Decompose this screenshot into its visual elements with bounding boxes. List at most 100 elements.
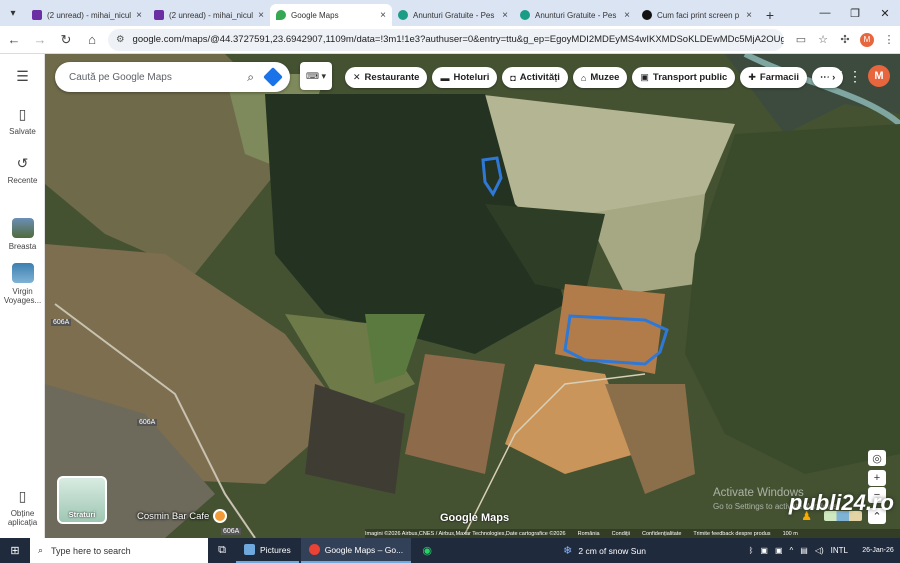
show-hidden-icon[interactable]: ^ bbox=[790, 546, 794, 555]
browser-menu-icon[interactable]: ⋮ bbox=[878, 29, 900, 51]
bluetooth-icon[interactable]: ᛒ bbox=[749, 546, 754, 555]
chip-transport-public[interactable]: ▣ Transport public bbox=[632, 67, 736, 88]
terms-link[interactable]: Condiții bbox=[612, 531, 630, 537]
close-window-icon[interactable]: ✕ bbox=[870, 0, 900, 26]
recent-button[interactable]: ↺ Recente bbox=[0, 155, 45, 185]
taskbar-search[interactable]: ⌕ Type here to search bbox=[30, 538, 208, 563]
tab-title: Cum faci print screen p bbox=[657, 10, 740, 20]
taskbar-app-chrome[interactable]: Google Maps – Go... bbox=[300, 538, 412, 563]
mail-icon bbox=[154, 10, 164, 20]
chip-activitati[interactable]: ◘ Activități bbox=[502, 67, 568, 88]
tab-title: Anunturi Gratuite - Pes bbox=[413, 10, 495, 20]
language-indicator[interactable]: INTL bbox=[831, 546, 848, 555]
my-location-button[interactable]: ◎ bbox=[868, 450, 886, 466]
chip-farmacii[interactable]: ✚ Farmacii bbox=[740, 67, 807, 88]
publi-icon bbox=[398, 10, 408, 20]
taskbar-search-input[interactable]: Type here to search bbox=[51, 546, 131, 556]
satellite-map[interactable]: Caută pe Google Maps ⌕ ⌨ ▾ ✕ Restaurante … bbox=[45, 54, 900, 538]
zoom-in-button[interactable]: + bbox=[868, 470, 886, 486]
windows-taskbar: ⊞ ⌕ Type here to search ⧉ Pictures Googl… bbox=[0, 538, 900, 563]
url-text: google.com/maps/@44.3727591,23.6942907,1… bbox=[132, 34, 784, 45]
road-label: 606A bbox=[51, 319, 72, 326]
menu-button[interactable]: ☰ bbox=[0, 68, 45, 89]
whatsapp-icon[interactable]: ◉ bbox=[413, 538, 441, 563]
bookmark-star-icon[interactable]: ☆ bbox=[812, 29, 834, 51]
network-icon[interactable]: ▤ bbox=[800, 546, 808, 555]
new-tab-button[interactable]: + bbox=[758, 4, 782, 26]
taskbar-app-pictures[interactable]: Pictures bbox=[236, 538, 299, 563]
keyboard-button[interactable]: ⌨ ▾ bbox=[300, 62, 332, 90]
task-view-icon[interactable]: ⧉ bbox=[208, 538, 236, 563]
privacy-link[interactable]: Confidențialitate bbox=[642, 531, 681, 537]
history-icon: ↺ bbox=[16, 155, 29, 171]
site-info-icon[interactable]: ⚙ bbox=[116, 34, 125, 45]
tray-app-icon[interactable]: ▣ bbox=[775, 546, 783, 555]
chip-muzee[interactable]: ⌂ Muzee bbox=[572, 67, 628, 88]
search-input[interactable]: Caută pe Google Maps bbox=[69, 72, 247, 83]
close-tab-icon[interactable]: × bbox=[258, 10, 264, 21]
close-tab-icon[interactable]: × bbox=[624, 10, 630, 21]
get-app-label: Obține aplicația bbox=[7, 509, 38, 527]
home-icon[interactable]: ⌂ bbox=[80, 28, 104, 52]
browser-tab[interactable]: Cum faci print screen p × bbox=[636, 4, 758, 26]
scale-label[interactable]: 100 m bbox=[783, 531, 798, 537]
close-tab-icon[interactable]: × bbox=[380, 10, 386, 21]
satellite-imagery bbox=[45, 54, 900, 538]
browser-tab[interactable]: (2 unread) - mihai_nicul × bbox=[26, 4, 148, 26]
reload-icon[interactable]: ↻ bbox=[54, 28, 78, 52]
clock[interactable]: 26-Jan-26 bbox=[856, 546, 900, 555]
browser-tab[interactable]: (2 unread) - mihai_nicul × bbox=[148, 4, 270, 26]
map-attribution-bar: Imagini ©2026 Airbus,CNES / Airbus,Maxar… bbox=[365, 529, 900, 538]
account-avatar[interactable]: M bbox=[868, 65, 890, 87]
tab-title: (2 unread) - mihai_nicul bbox=[47, 10, 132, 20]
forward-icon[interactable]: → bbox=[28, 28, 52, 52]
close-tab-icon[interactable]: × bbox=[746, 10, 752, 21]
tab-search-button[interactable]: ▾ bbox=[0, 0, 26, 26]
chip-restaurante[interactable]: ✕ Restaurante bbox=[345, 67, 428, 88]
get-app-button[interactable]: ▯ Obține aplicația bbox=[0, 488, 45, 527]
tab-title: (2 unread) - mihai_nicul bbox=[169, 10, 254, 20]
search-box[interactable]: Caută pe Google Maps ⌕ bbox=[55, 62, 290, 92]
layers-button[interactable]: Straturi bbox=[57, 476, 107, 524]
saved-button[interactable]: ▯ Salvate bbox=[0, 106, 45, 136]
browser-tab[interactable]: Anunturi Gratuite - Pes × bbox=[514, 4, 636, 26]
extensions-icon[interactable]: ✣ bbox=[834, 29, 856, 51]
feedback-link[interactable]: Trimite feedback despre produs bbox=[693, 531, 770, 537]
place-marker-cosmin-bar-cafe[interactable]: Cosmin Bar Cafe bbox=[137, 509, 228, 523]
cast-icon[interactable]: ▭ bbox=[790, 29, 812, 51]
imagery-credit: Imagini ©2026 Airbus,CNES / Airbus,Maxar… bbox=[365, 530, 566, 537]
date-text: 26-Jan-26 bbox=[862, 547, 894, 554]
place-thumbnail bbox=[11, 263, 34, 283]
minimize-icon[interactable]: — bbox=[810, 0, 840, 26]
volume-icon[interactable]: ◁) bbox=[815, 546, 824, 555]
directions-icon[interactable] bbox=[263, 67, 283, 87]
pharmacy-icon: ✚ bbox=[748, 72, 756, 82]
google-apps-icon[interactable]: ⋮⋮⋮ bbox=[820, 68, 862, 85]
browser-tab-active[interactable]: Google Maps × bbox=[270, 4, 392, 26]
close-tab-icon[interactable]: × bbox=[502, 10, 508, 21]
road-label: 606A bbox=[137, 419, 158, 426]
close-tab-icon[interactable]: × bbox=[136, 10, 142, 21]
weather-widget[interactable]: ❄ 2 cm of snow Sun bbox=[563, 544, 646, 557]
windows-start-icon[interactable]: ⊞ bbox=[0, 538, 30, 563]
tray-app-icon[interactable]: ▣ bbox=[760, 546, 768, 555]
recent-place-virgin-voyages[interactable]: Virgin Voyages... bbox=[0, 263, 45, 305]
search-icon[interactable]: ⌕ bbox=[247, 70, 254, 85]
publi-icon bbox=[520, 10, 530, 20]
url-field[interactable]: ⚙ google.com/maps/@44.3727591,23.6942907… bbox=[108, 28, 784, 51]
category-chips: ✕ Restaurante ▬ Hoteluri ◘ Activități ⌂ Muze… bbox=[345, 67, 848, 88]
profile-avatar[interactable]: M bbox=[860, 32, 874, 47]
country-label[interactable]: România bbox=[578, 531, 600, 537]
chip-hoteluri[interactable]: ▬ Hoteluri bbox=[432, 67, 498, 88]
hotel-icon: ▬ bbox=[440, 72, 450, 83]
mail-icon bbox=[32, 10, 42, 20]
museum-icon: ⌂ bbox=[580, 72, 587, 83]
restore-icon[interactable]: ❐ bbox=[840, 0, 870, 26]
browser-tab[interactable]: Anunturi Gratuite - Pes × bbox=[392, 4, 514, 26]
recent-place-breasta[interactable]: Breasta bbox=[0, 218, 45, 251]
cafe-pin-icon bbox=[213, 509, 228, 523]
recent-label: Recente bbox=[7, 176, 38, 185]
address-bar: ← → ↻ ⌂ ⚙ google.com/maps/@44.3727591,23… bbox=[0, 26, 900, 54]
place-name: Cosmin Bar Cafe bbox=[137, 510, 210, 522]
back-icon[interactable]: ← bbox=[2, 28, 26, 52]
